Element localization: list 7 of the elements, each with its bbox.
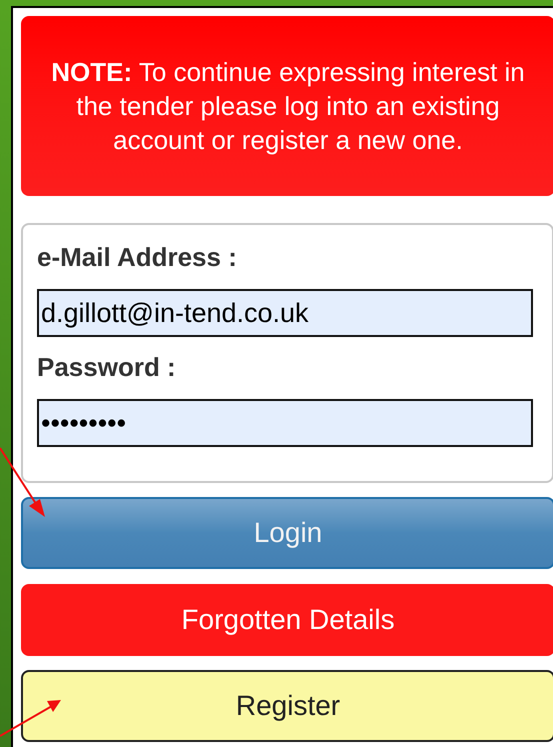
register-button[interactable]: Register (21, 670, 553, 742)
input-field[interactable]: d.gillott@in-tend.co.uk (37, 289, 533, 337)
input-field[interactable]: ••••••••• (37, 399, 533, 447)
field-label: Password : (37, 351, 177, 384)
field-label: e-Mail Address : (37, 241, 238, 274)
note-text: NOTE: To continue expressing interest in the tender please log into an existing account or register a new one. (50, 56, 526, 157)
forgotten-details-button[interactable]: Forgotten Details (21, 584, 553, 656)
